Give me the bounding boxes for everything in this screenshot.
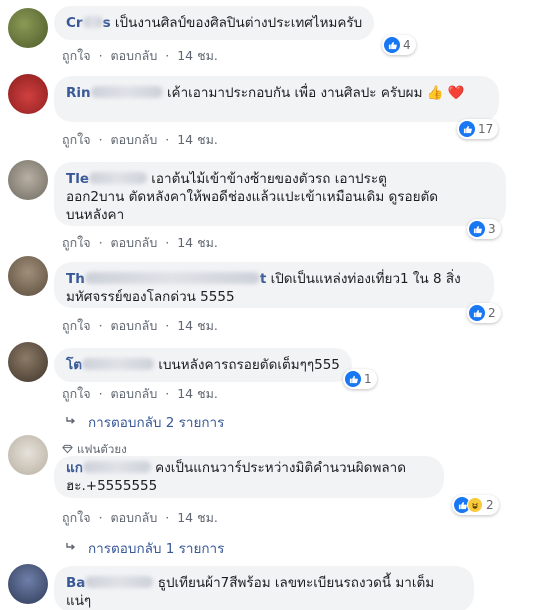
avatar[interactable] [8, 8, 48, 48]
timestamp[interactable]: 14 ชม. [177, 48, 218, 63]
comment-bubble: Rin เค้าเอามาประกอบกัน เพื่อ งานศิลปะ คร… [54, 76, 499, 122]
timestamp[interactable]: 14 ชม. [177, 318, 218, 333]
avatar[interactable] [8, 342, 48, 382]
reaction-count[interactable]: 17 [457, 119, 499, 139]
comment-text-line-1: ธูปเทียนผ้า7สีพร้อม เลขทะเบียนรถงวดนี้ ม… [157, 575, 435, 591]
comment-text-line-1: เปิดเป็นแหล่งท่องเที่ยว1 ใน 8 สิ่ง [270, 271, 461, 287]
comment-actions: ถูกใจ · ตอบกลับ · 14 ชม. [62, 48, 218, 63]
comment-bubble: โต เบนหลังคารถรอยตัดเต็มๆๆ555 [54, 348, 352, 382]
thumbs-up-icon [459, 121, 475, 137]
comment-actions: ถูกใจ · ตอบกลับ · 14 ชม. [62, 132, 218, 147]
reply-link[interactable]: ตอบกลับ [111, 318, 158, 333]
diamond-icon [62, 443, 73, 457]
timestamp[interactable]: 14 ชม. [177, 235, 218, 250]
timestamp[interactable]: 14 ชม. [177, 510, 218, 525]
reply-link[interactable]: ตอบกลับ [111, 235, 158, 250]
comment-bubble: Th t เปิดเป็นแหล่งท่องเที่ยว1 ใน 8 สิ่ง ม… [54, 262, 494, 308]
like-link[interactable]: ถูกใจ [62, 132, 91, 147]
comment-bubble: Ba ธูปเทียนผ้า7สีพร้อม เลขทะเบียนรถงวดนี… [54, 566, 474, 610]
author-name[interactable]: Th t [66, 271, 266, 287]
author-name[interactable]: Rin [66, 85, 163, 101]
view-replies-link[interactable]: การตอบกลับ 1 รายการ [66, 537, 224, 559]
avatar[interactable] [8, 435, 48, 475]
reaction-count[interactable]: 3 [467, 219, 501, 239]
replies-label: การตอบกลับ 1 รายการ [88, 541, 225, 557]
avatar[interactable] [8, 74, 48, 114]
comment-text-line-2: ฮะ.+5555555 [66, 478, 158, 494]
author-name[interactable]: Cr s [66, 15, 111, 31]
reaction-count[interactable]: 2 [452, 495, 499, 515]
comment-text: เบนหลังคารถรอยตัดเต็มๆๆ555 [158, 357, 340, 373]
thumbs-up-icon [345, 371, 361, 387]
comment-bubble: Tle เอาต้นไม้เข้าข้างซ้ายของตัวรถ เอาประ… [54, 162, 506, 226]
comment-text-line-3: บนหลังคา [66, 207, 125, 223]
replies-label: การตอบกลับ 2 รายการ [88, 415, 225, 431]
comment-text-line-2: แน่ๆ [66, 593, 92, 609]
comment-text-line-1: คงเป็นแกนวาร์ประหว่างมิติคำนวนผิดพลาด [155, 460, 406, 476]
comment-text-line-2: ออก2บาน ตัดหลังคาให้พอดีช่องแล้วแปะเข้าเ… [66, 189, 439, 205]
reply-link[interactable]: ตอบกลับ [111, 386, 158, 401]
view-replies-link[interactable]: การตอบกลับ 2 รายการ [66, 411, 224, 433]
reply-link[interactable]: ตอบกลับ [111, 48, 158, 63]
avatar[interactable] [8, 160, 48, 200]
reply-arrow-icon [66, 540, 76, 556]
author-name[interactable]: Ba [66, 575, 154, 591]
emoji: 👍 ❤️ [426, 85, 465, 101]
like-link[interactable]: ถูกใจ [62, 235, 91, 250]
comment-bubble: Cr s เป็นงานศิลป์ของศิลปินต่างประเทศไหมคร… [54, 6, 375, 40]
reaction-count[interactable]: 2 [467, 303, 501, 323]
comment-actions: ถูกใจ · ตอบกลับ · 14 ชม. [62, 318, 218, 333]
comment-actions: ถูกใจ · ตอบกลับ · 14 ชม. [62, 386, 218, 401]
comment-bubble: แก คงเป็นแกนวาร์ประหว่างมิติคำนวนผิดพลาด… [54, 456, 444, 498]
reaction-count[interactable]: 4 [382, 35, 416, 55]
reaction-count[interactable]: 1 [343, 369, 377, 389]
reply-link[interactable]: ตอบกลับ [111, 132, 158, 147]
avatar[interactable] [8, 564, 48, 604]
haha-icon [467, 497, 483, 513]
comment-actions: ถูกใจ · ตอบกลับ · 14 ชม. [62, 235, 218, 250]
author-name[interactable]: Tle [66, 171, 147, 187]
thumbs-up-icon [469, 305, 485, 321]
timestamp[interactable]: 14 ชม. [177, 132, 218, 147]
author-name[interactable]: โต [66, 357, 155, 373]
thumbs-up-icon [384, 37, 400, 53]
like-link[interactable]: ถูกใจ [62, 386, 91, 401]
reply-arrow-icon [66, 414, 76, 430]
like-link[interactable]: ถูกใจ [62, 48, 91, 63]
author-name[interactable]: แก [66, 460, 151, 476]
comment-text-line-2: มหัศจรรย์ของโลกด่วน 5555 [66, 289, 235, 305]
comment-text-line-1: เอาต้นไม้เข้าข้างซ้ายของตัวรถ เอาประตู [151, 171, 387, 187]
like-link[interactable]: ถูกใจ [62, 510, 91, 525]
like-link[interactable]: ถูกใจ [62, 318, 91, 333]
comment-actions: ถูกใจ · ตอบกลับ · 14 ชม. [62, 510, 218, 525]
avatar[interactable] [8, 256, 48, 296]
timestamp[interactable]: 14 ชม. [177, 386, 218, 401]
thumbs-up-icon [469, 221, 485, 237]
comment-text: เป็นงานศิลป์ของศิลปินต่างประเทศไหมครับ [114, 15, 363, 31]
comment-text: เค้าเอามาประกอบกัน เพื่อ งานศิลปะ ครับผม [166, 85, 423, 101]
reply-link[interactable]: ตอบกลับ [111, 510, 158, 525]
